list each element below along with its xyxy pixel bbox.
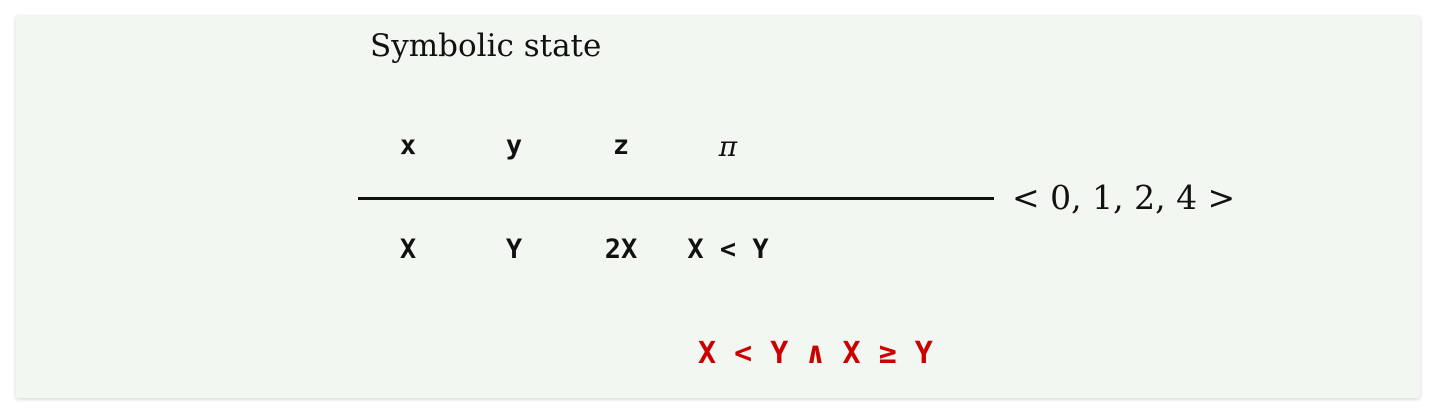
value-z: 2X xyxy=(604,234,638,265)
variable-x: x xyxy=(399,130,417,161)
value-x: X xyxy=(399,234,417,265)
concrete-input-tuple: < 0, 1, 2, 4 > xyxy=(1012,178,1236,217)
path-condition: X < Y xyxy=(687,234,769,265)
conflict-formula: X < Y ∧ X ≥ Y xyxy=(698,336,933,371)
variable-y: y xyxy=(505,130,523,161)
state-divider-line xyxy=(358,197,994,200)
value-y: Y xyxy=(505,234,523,265)
panel-title: Symbolic state xyxy=(370,28,602,64)
variable-pi: π xyxy=(718,130,738,163)
variable-z: z xyxy=(612,130,630,161)
